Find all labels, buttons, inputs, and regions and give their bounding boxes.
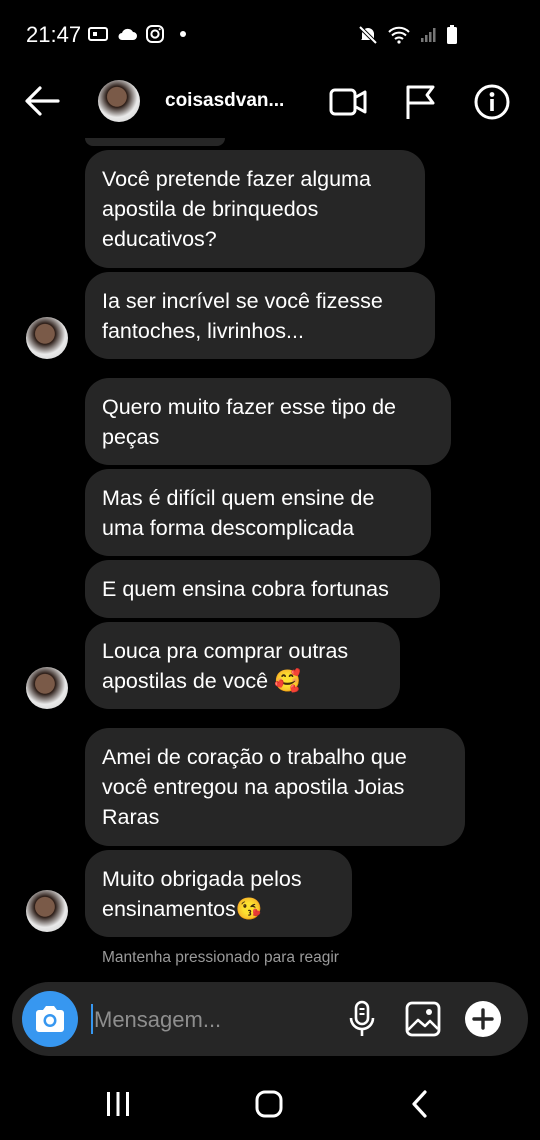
chat-header: coisasdvan...	[0, 70, 540, 132]
cloud-icon	[118, 28, 137, 40]
camera-button[interactable]	[22, 991, 78, 1047]
message-bubble[interactable]: Você pretende fazer alguma apostila de b…	[85, 150, 425, 268]
previous-bubble-edge	[85, 138, 225, 146]
back-button[interactable]	[400, 1086, 440, 1122]
message-text: Ia ser incrível se você fizesse fantoche…	[102, 288, 383, 343]
message-input[interactable]	[92, 1000, 336, 1040]
sender-avatar[interactable]	[26, 317, 68, 359]
avatar[interactable]	[98, 80, 140, 122]
dot-icon	[180, 31, 186, 37]
microphone-icon	[349, 1000, 375, 1036]
gallery-button[interactable]	[403, 999, 443, 1039]
message-composer	[12, 982, 528, 1056]
status-bar: 21:47	[0, 0, 540, 70]
add-button[interactable]	[463, 999, 503, 1039]
message-bubble[interactable]: Ia ser incrível se você fizesse fantoche…	[85, 272, 435, 359]
sender-avatar[interactable]	[26, 890, 68, 932]
message-bubble[interactable]: Amei de coração o trabalho que você entr…	[85, 728, 465, 846]
instagram-icon	[146, 25, 164, 43]
signal-icon	[421, 28, 436, 42]
message-text: Louca pra comprar outras apostilas de vo…	[102, 638, 349, 693]
reaction-hint: Mantenha pressionado para reagir	[102, 949, 339, 966]
news-icon	[88, 27, 108, 41]
message-bubble[interactable]: Louca pra comprar outras apostilas de vo…	[85, 622, 400, 709]
mute-icon	[358, 25, 378, 45]
sender-avatar[interactable]	[26, 667, 68, 709]
recent-apps-icon	[107, 1092, 129, 1116]
message-text: Amei de coração o trabalho que você entr…	[102, 745, 407, 829]
status-time: 21:47	[26, 22, 82, 47]
recent-apps-button[interactable]	[98, 1086, 138, 1122]
camera-icon	[36, 1006, 64, 1032]
battery-icon	[447, 25, 457, 44]
wifi-icon	[388, 26, 410, 44]
home-button[interactable]	[249, 1086, 289, 1122]
video-call-icon[interactable]	[328, 82, 368, 122]
message-text: Quero muito fazer esse tipo de peças	[102, 394, 396, 449]
info-icon[interactable]	[472, 82, 512, 122]
flag-icon[interactable]	[401, 82, 441, 122]
microphone-button[interactable]	[342, 999, 382, 1039]
back-arrow-icon[interactable]	[24, 84, 60, 118]
message-text: Muito obrigada pelos ensinamentos😘	[102, 866, 302, 921]
system-nav-bar	[0, 1066, 540, 1140]
message-bubble[interactable]: E quem ensina cobra fortunas	[85, 560, 440, 618]
message-bubble[interactable]: Mas é difícil quem ensine de uma forma d…	[85, 469, 431, 556]
back-chevron-icon	[412, 1090, 427, 1118]
message-text: E quem ensina cobra fortunas	[102, 577, 389, 601]
plus-icon	[465, 1001, 501, 1037]
message-text: Mas é difícil quem ensine de uma forma d…	[102, 485, 375, 540]
home-icon	[255, 1090, 283, 1118]
message-text: Você pretende fazer alguma apostila de b…	[102, 167, 371, 251]
username[interactable]: coisasdvan...	[165, 90, 284, 112]
message-bubble[interactable]: Muito obrigada pelos ensinamentos😘	[85, 850, 352, 937]
gallery-icon	[405, 1001, 441, 1037]
message-bubble[interactable]: Quero muito fazer esse tipo de peças	[85, 378, 451, 465]
